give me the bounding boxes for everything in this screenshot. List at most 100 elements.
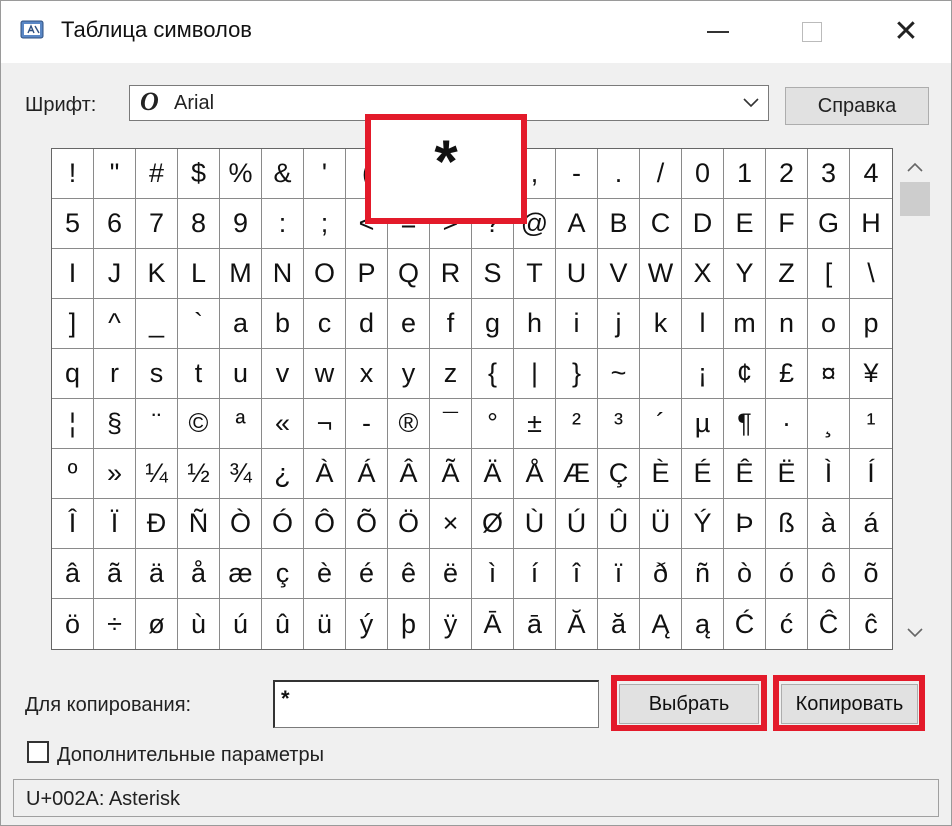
copy-button[interactable]: Копировать	[781, 684, 918, 724]
char-cell[interactable]: í	[514, 549, 556, 599]
char-cell[interactable]: `	[178, 299, 220, 349]
char-cell[interactable]: Ĉ	[808, 599, 850, 649]
char-cell[interactable]: M	[220, 249, 262, 299]
char-cell[interactable]: à	[808, 499, 850, 549]
char-cell[interactable]: u	[220, 349, 262, 399]
char-cell[interactable]: ç	[262, 549, 304, 599]
char-cell[interactable]: å	[178, 549, 220, 599]
minimize-button[interactable]	[671, 1, 765, 63]
char-cell[interactable]: õ	[850, 549, 892, 599]
char-cell[interactable]: 2	[766, 149, 808, 199]
char-cell[interactable]: k	[640, 299, 682, 349]
char-cell[interactable]: é	[346, 549, 388, 599]
char-cell[interactable]: ²	[556, 399, 598, 449]
help-button[interactable]: Справка	[785, 87, 929, 125]
char-cell[interactable]: q	[52, 349, 94, 399]
char-cell[interactable]: Û	[598, 499, 640, 549]
char-cell[interactable]: \	[850, 249, 892, 299]
char-cell[interactable]: 6	[94, 199, 136, 249]
char-cell[interactable]: î	[556, 549, 598, 599]
char-cell[interactable]: #	[136, 149, 178, 199]
char-cell[interactable]: ć	[766, 599, 808, 649]
char-cell[interactable]: ¯	[430, 399, 472, 449]
char-cell[interactable]: Ù	[514, 499, 556, 549]
char-cell[interactable]: É	[682, 449, 724, 499]
char-cell[interactable]: Á	[346, 449, 388, 499]
char-cell[interactable]: 0	[682, 149, 724, 199]
char-cell[interactable]: ¸	[808, 399, 850, 449]
char-cell[interactable]: ą	[682, 599, 724, 649]
char-cell[interactable]: h	[514, 299, 556, 349]
char-cell[interactable]: ¦	[52, 399, 94, 449]
char-cell[interactable]: Ì	[808, 449, 850, 499]
char-cell[interactable]: ;	[304, 199, 346, 249]
char-cell[interactable]: ý	[346, 599, 388, 649]
char-cell[interactable]: E	[724, 199, 766, 249]
char-cell[interactable]: g	[472, 299, 514, 349]
char-cell[interactable]: Ï	[94, 499, 136, 549]
char-cell[interactable]: K	[136, 249, 178, 299]
char-cell[interactable]: N	[262, 249, 304, 299]
char-cell[interactable]: S	[472, 249, 514, 299]
char-cell[interactable]: ü	[304, 599, 346, 649]
char-cell[interactable]: V	[598, 249, 640, 299]
char-cell[interactable]: $	[178, 149, 220, 199]
char-cell[interactable]: ¤	[808, 349, 850, 399]
char-cell[interactable]: A	[556, 199, 598, 249]
char-cell[interactable]: Ó	[262, 499, 304, 549]
char-cell[interactable]: °	[472, 399, 514, 449]
char-cell[interactable]: ¨	[136, 399, 178, 449]
char-cell[interactable]: ©	[178, 399, 220, 449]
char-cell[interactable]: e	[388, 299, 430, 349]
char-cell[interactable]: Ë	[766, 449, 808, 499]
close-button[interactable]: ✕	[859, 1, 952, 63]
char-cell[interactable]: !	[52, 149, 94, 199]
char-cell[interactable]: W	[640, 249, 682, 299]
char-cell[interactable]: ¶	[724, 399, 766, 449]
char-cell[interactable]: '	[304, 149, 346, 199]
scroll-up-icon[interactable]	[905, 158, 925, 176]
char-cell[interactable]: Ô	[304, 499, 346, 549]
char-cell[interactable]: «	[262, 399, 304, 449]
char-cell[interactable]: m	[724, 299, 766, 349]
char-cell[interactable]: /	[640, 149, 682, 199]
scrollbar-thumb[interactable]	[900, 182, 930, 216]
char-cell[interactable]: y	[388, 349, 430, 399]
char-cell[interactable]: ã	[94, 549, 136, 599]
char-cell[interactable]: ¥	[850, 349, 892, 399]
char-cell[interactable]: Ý	[682, 499, 724, 549]
scroll-down-icon[interactable]	[905, 624, 925, 642]
char-cell[interactable]: f	[430, 299, 472, 349]
char-cell[interactable]: Ã	[430, 449, 472, 499]
select-button[interactable]: Выбрать	[619, 684, 759, 724]
char-cell[interactable]: §	[94, 399, 136, 449]
char-cell[interactable]: ï	[598, 549, 640, 599]
char-cell[interactable]: r	[94, 349, 136, 399]
char-cell[interactable]: þ	[388, 599, 430, 649]
char-cell[interactable]: 5	[52, 199, 94, 249]
char-cell[interactable]: ³	[598, 399, 640, 449]
char-cell[interactable]: ½	[178, 449, 220, 499]
char-cell[interactable]: ú	[220, 599, 262, 649]
char-cell[interactable]: X	[682, 249, 724, 299]
chars-to-copy-input[interactable]: *	[273, 680, 599, 728]
char-cell[interactable]: û	[262, 599, 304, 649]
char-cell[interactable]	[640, 349, 682, 399]
char-cell[interactable]: ù	[178, 599, 220, 649]
char-cell[interactable]: I	[52, 249, 94, 299]
char-cell[interactable]: Ò	[220, 499, 262, 549]
char-cell[interactable]: v	[262, 349, 304, 399]
char-cell[interactable]: â	[52, 549, 94, 599]
char-cell[interactable]: È	[640, 449, 682, 499]
char-cell[interactable]: ^	[94, 299, 136, 349]
char-cell[interactable]: 1	[724, 149, 766, 199]
char-cell[interactable]: G	[808, 199, 850, 249]
char-cell[interactable]: b	[262, 299, 304, 349]
char-cell[interactable]: ÷	[94, 599, 136, 649]
char-cell[interactable]: T	[514, 249, 556, 299]
char-cell[interactable]: &	[262, 149, 304, 199]
char-cell[interactable]: :	[262, 199, 304, 249]
char-cell[interactable]: 3	[808, 149, 850, 199]
char-cell[interactable]: }	[556, 349, 598, 399]
char-cell[interactable]: ¬	[304, 399, 346, 449]
